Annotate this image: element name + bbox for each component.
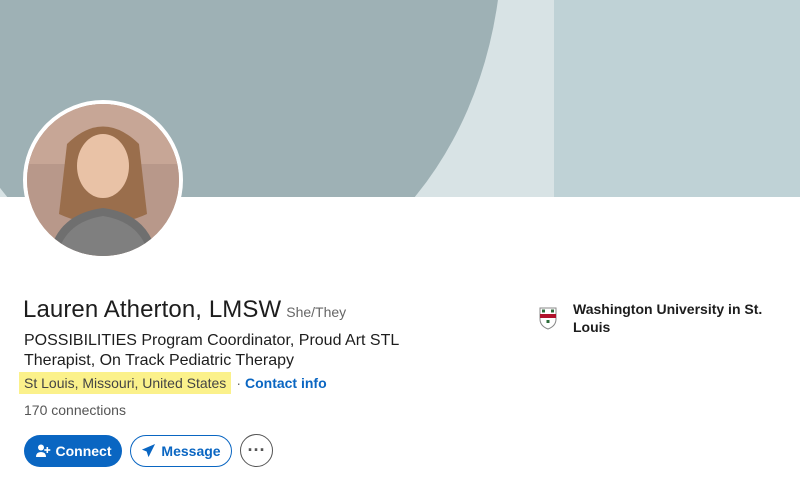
more-actions-button[interactable]: ··· [240, 434, 273, 467]
school-name: Washington University in St. Louis [573, 301, 763, 335]
profile-name: Lauren Atherton, LMSW [23, 296, 282, 323]
university-shield-icon [539, 306, 557, 330]
connect-button[interactable]: Connect [24, 434, 122, 467]
location-row: St Louis, Missouri, United States · Cont… [19, 372, 327, 394]
name-row: Lauren Atherton, LMSW She/They [23, 296, 346, 324]
avatar[interactable] [23, 100, 183, 260]
ellipsis-icon: ··· [247, 440, 266, 460]
separator-dot: · [236, 375, 241, 391]
message-label: Message [161, 442, 221, 459]
person-add-icon [35, 443, 51, 459]
connect-label: Connect [55, 442, 112, 459]
location-text: St Louis, Missouri, United States [19, 372, 232, 394]
profile-headline: POSSIBILITIES Program Coordinator, Proud… [24, 332, 399, 369]
pronouns: She/They [286, 304, 347, 320]
connections-count: 170 connections [24, 402, 126, 418]
banner-panel [554, 0, 800, 197]
message-button[interactable]: Message [130, 434, 232, 467]
contact-info-link[interactable]: Contact info [245, 375, 327, 391]
profile-actions: Connect Message ··· [24, 434, 273, 467]
education-entry[interactable]: Washington University in St. Louis [539, 300, 793, 336]
paper-plane-icon [141, 443, 156, 458]
